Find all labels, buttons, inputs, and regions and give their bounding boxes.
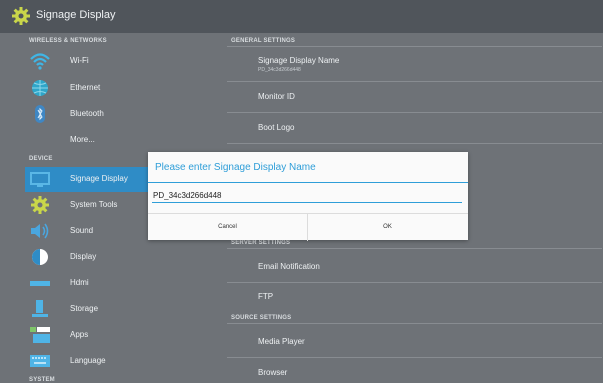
sidebar-item-language[interactable]: Language xyxy=(0,349,210,374)
sidebar-item-label: System Tools xyxy=(70,200,118,209)
dialog-button-bar: Cancel OK xyxy=(148,213,468,241)
divider xyxy=(227,248,602,249)
sidebar-item-label: Bluetooth xyxy=(70,109,104,118)
divider xyxy=(227,323,602,324)
divider xyxy=(227,46,602,47)
sidebar-item-label: Hdmi xyxy=(70,278,89,287)
divider xyxy=(227,143,602,144)
sidebar-item-bluetooth[interactable]: Bluetooth xyxy=(0,102,210,127)
dialog-title: Please enter Signage Display Name xyxy=(155,162,316,173)
title-bar: Signage Display xyxy=(0,0,603,33)
divider xyxy=(227,81,602,82)
sidebar-item-hdmi[interactable]: Hdmi xyxy=(0,271,210,296)
wifi-icon xyxy=(30,53,50,70)
brightness-icon xyxy=(32,249,48,265)
sidebar-item-label: Sound xyxy=(70,226,94,235)
sidebar-item-label: Ethernet xyxy=(70,83,101,92)
sidebar-item-storage[interactable]: Storage xyxy=(0,297,210,322)
sidebar-item-more[interactable]: More... xyxy=(0,128,210,153)
divider xyxy=(227,282,602,283)
app-title: Signage Display xyxy=(36,9,116,21)
gear-icon xyxy=(12,7,30,25)
settings-item-value: PD_34c3d266d448 xyxy=(258,67,301,73)
section-system: SYSTEM xyxy=(29,377,55,383)
bluetooth-icon xyxy=(35,105,45,123)
ok-button[interactable]: OK xyxy=(308,214,467,241)
sidebar-item-display[interactable]: Display xyxy=(0,245,210,270)
section-device: DEVICE xyxy=(29,156,53,162)
apps-icon xyxy=(30,327,50,343)
sidebar-item-label: Apps xyxy=(70,330,89,339)
settings-item-monitor-id[interactable]: Monitor ID xyxy=(258,92,295,101)
storage-icon xyxy=(32,300,48,317)
sidebar-item-apps[interactable]: Apps xyxy=(0,323,210,348)
settings-item-email-notification[interactable]: Email Notification xyxy=(258,262,320,271)
settings-item-label: Signage Display Name xyxy=(258,56,340,65)
speaker-icon xyxy=(31,223,49,239)
section-general-settings: GENERAL SETTINGS xyxy=(231,38,296,44)
settings-item-ftp[interactable]: FTP xyxy=(258,292,273,301)
dialog-title-divider xyxy=(148,182,468,183)
sidebar-item-label: Signage Display xyxy=(70,174,128,183)
ethernet-globe-icon xyxy=(32,80,48,96)
divider xyxy=(227,112,602,113)
gear-icon xyxy=(31,196,49,214)
sidebar-item-label: Language xyxy=(70,356,106,365)
sidebar-item-label: Wi-Fi xyxy=(70,56,89,65)
keyboard-icon xyxy=(30,355,50,367)
sidebar-item-label: Storage xyxy=(70,304,99,313)
display-icon xyxy=(30,172,50,187)
hdmi-icon xyxy=(30,281,50,286)
name-input-dialog: Please enter Signage Display Name Cancel… xyxy=(148,152,468,241)
settings-item-media-player[interactable]: Media Player xyxy=(258,337,305,346)
sidebar-item-label: Display xyxy=(70,252,97,261)
cancel-button[interactable]: Cancel xyxy=(148,214,307,241)
settings-item-boot-logo[interactable]: Boot Logo xyxy=(258,123,294,132)
settings-item-browser[interactable]: Browser xyxy=(258,368,287,377)
sidebar-item-ethernet[interactable]: Ethernet xyxy=(0,76,210,101)
divider xyxy=(227,357,602,358)
signage-name-input[interactable] xyxy=(152,188,462,203)
section-wireless-networks: WIRELESS & NETWORKS xyxy=(29,38,107,44)
section-source-settings: SOURCE SETTINGS xyxy=(231,315,292,321)
sidebar-item-label: More... xyxy=(70,135,95,144)
sidebar-item-wifi[interactable]: Wi-Fi xyxy=(0,49,210,74)
